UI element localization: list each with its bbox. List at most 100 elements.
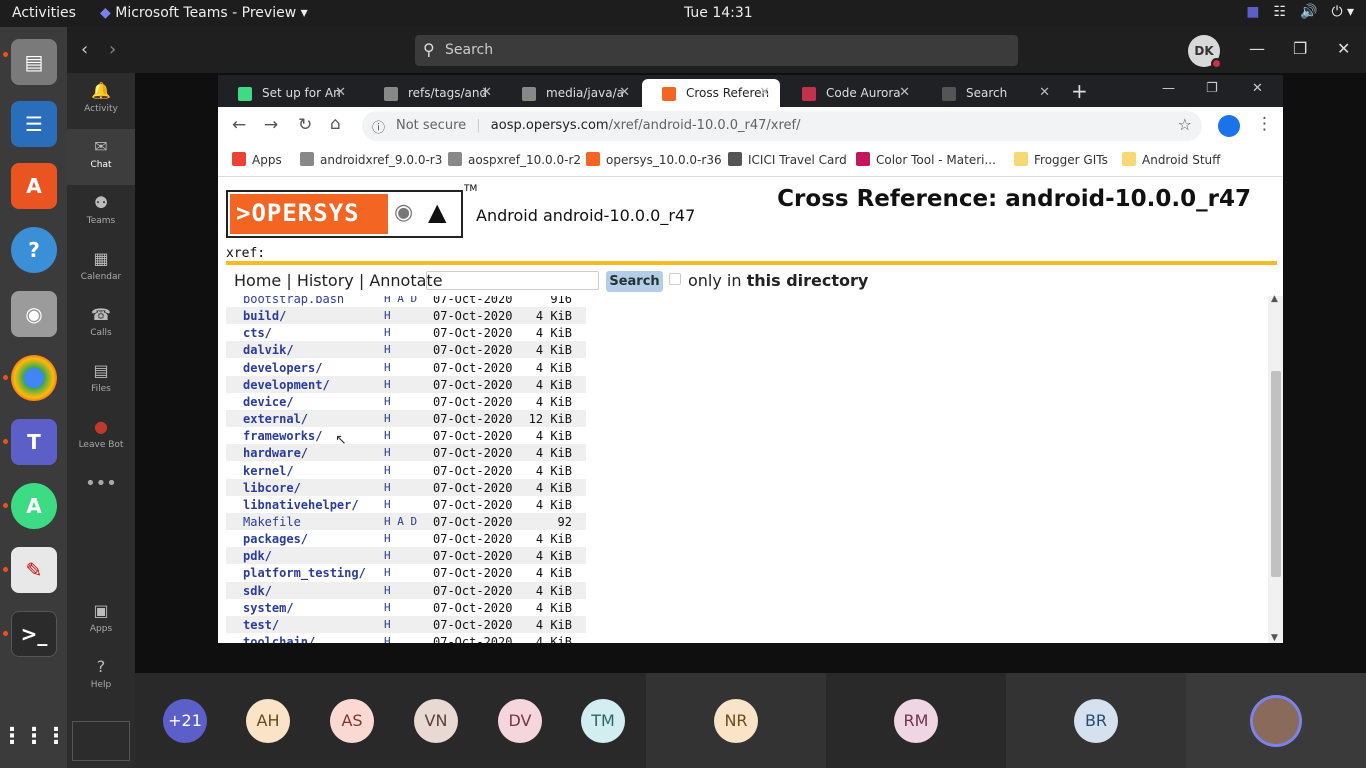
chrome-app-icon[interactable] [11,355,57,401]
history-link[interactable]: H [384,532,391,545]
browser-tab[interactable]: refs/tags/and ✕ [364,79,502,107]
history-link[interactable]: H [384,378,391,391]
history-link[interactable]: H [384,309,391,322]
file-name-link[interactable]: developers/ [243,361,322,375]
bookmark-item[interactable]: opersys_10.0.0-r36 [586,152,722,167]
sidebar-item-files[interactable]: ▤ Files [67,353,135,409]
history-link[interactable]: H [384,361,391,374]
file-name-link[interactable]: pdk/ [243,549,272,563]
bookmark-item[interactable]: ICICI Travel Card [728,152,847,167]
tab-close-icon[interactable]: ✕ [759,85,770,100]
history-link[interactable]: H [384,635,391,643]
more-participants-badge[interactable]: +21 [163,699,207,743]
new-tab-icon[interactable]: + [1071,79,1088,103]
show-apps-icon[interactable]: ⋮⋮⋮ [1,713,67,759]
forward-icon[interactable]: → [264,115,278,135]
scrollbar-thumb[interactable] [1271,371,1281,577]
tab-close-icon[interactable]: ✕ [335,85,346,100]
history-link[interactable]: History [297,271,354,290]
scroll-up-icon[interactable]: ▲ [1271,294,1278,304]
writer-app-icon[interactable]: ☰ [11,101,57,147]
history-link[interactable]: H [384,498,391,511]
search-button[interactable]: Search [606,271,663,292]
browser-maximize-icon[interactable]: ❐ [1206,81,1218,96]
file-name-link[interactable]: external/ [243,412,308,426]
teams-tray-icon[interactable]: ■ [1246,4,1259,20]
bookmark-star-icon[interactable]: ☆ [1178,115,1192,134]
teams-search-input[interactable]: ⚲ Search [415,35,1018,66]
history-link[interactable]: H [384,326,391,339]
history-link[interactable]: H [384,481,391,494]
file-name-link[interactable]: libcore/ [243,481,301,495]
device-settings-icon[interactable] [72,721,130,761]
menu-icon[interactable]: ⋮ [1256,114,1273,134]
history-link[interactable]: H [384,429,391,442]
bookmark-item[interactable]: aospxref_10.0.0-r2 [448,152,581,167]
address-bar[interactable]: ⓘ Not secure | aosp.opersys.com/xref/and… [362,111,1202,141]
participant-avatar[interactable]: VN [414,699,458,743]
file-name-link[interactable]: libnativehelper/ [243,498,359,512]
file-name-link[interactable]: toolchain/ [243,635,315,643]
browser-tab[interactable]: media/java/a ✕ [502,79,640,107]
sidebar-item-teams[interactable]: ⚉ Teams [67,185,135,241]
participant-avatar[interactable]: BR [1074,699,1118,743]
participant-avatar[interactable]: AS [330,699,374,743]
history-link[interactable]: H A D [384,515,417,528]
participant-avatar[interactable]: TM [581,699,625,743]
history-link[interactable]: H [384,549,391,562]
history-link[interactable]: H [384,412,391,425]
bookmark-item[interactable]: Color Tool - Materi... [856,152,996,167]
browser-tab[interactable]: Code Aurora ✕ [782,79,920,107]
home-link[interactable]: Home [234,271,281,290]
files-app-icon[interactable]: ▤ [11,39,57,85]
history-link[interactable]: H [384,395,391,408]
tab-close-icon[interactable]: ✕ [481,85,492,100]
file-name-link[interactable]: packages/ [243,532,308,546]
self-video-tile[interactable] [1186,673,1366,768]
bookmark-item[interactable]: Android Stuff [1122,152,1220,167]
only-in-directory-checkbox[interactable] [669,273,681,285]
help-app-icon[interactable]: ? [11,227,57,273]
more-apps-icon[interactable]: ••• [67,473,135,529]
file-name-link[interactable]: kernel/ [243,464,294,478]
file-name-link[interactable]: bootstrap.bash [243,296,344,306]
minimize-icon[interactable]: — [1249,39,1265,58]
bookmark-item[interactable]: Frogger GITs [1014,152,1108,167]
file-name-link[interactable]: dalvik/ [243,343,294,357]
bookmark-item[interactable]: Apps [232,152,282,167]
sidebar-item-apps[interactable]: ▣ Apps [67,593,135,649]
user-avatar[interactable]: DK [1188,35,1222,69]
sidebar-item-calendar[interactable]: ▦ Calendar [67,241,135,297]
home-icon[interactable]: ⌂ [330,114,341,134]
browser-tab[interactable]: Cross Referen ✕ [642,79,780,107]
history-link[interactable]: H [384,464,391,477]
clock[interactable]: Tue 14:31 [684,5,753,21]
teams-app-icon[interactable]: T [11,419,57,465]
history-link[interactable]: H [384,584,391,597]
history-link[interactable]: H [384,343,391,356]
file-name-link[interactable]: platform_testing/ [243,566,366,580]
participant-avatar[interactable]: NR [714,699,758,743]
back-icon[interactable]: ‹ [81,39,88,60]
xref-search-input[interactable] [426,271,599,290]
file-name-link[interactable]: test/ [243,618,279,632]
sidebar-item-calls[interactable]: ☎ Calls [67,297,135,353]
software-app-icon[interactable]: A [11,163,57,209]
file-name-link[interactable]: Makefile [243,515,301,529]
activities-button[interactable]: Activities [12,5,76,21]
participant-avatar[interactable]: RM [894,699,938,743]
browser-close-icon[interactable]: ✕ [1252,81,1263,96]
system-tray[interactable]: ■ ☷ 🔊 ⏻ ▾ [1246,4,1354,20]
browser-tab[interactable]: Search ✕ [922,79,1060,107]
browser-minimize-icon[interactable]: — [1162,81,1175,96]
file-name-link[interactable]: build/ [243,309,286,323]
profile-icon[interactable] [1218,115,1240,137]
history-link[interactable]: H [384,601,391,614]
history-link[interactable]: H A D [384,296,417,305]
app-menu[interactable]: ◆ Microsoft Teams - Preview ▾ [100,5,308,21]
bookmark-item[interactable]: androidxref_9.0.0-r3 [300,152,442,167]
participant-avatar[interactable]: AH [246,699,290,743]
file-name-link[interactable]: sdk/ [243,584,272,598]
close-icon[interactable]: ✕ [1337,39,1350,58]
camera-app-icon[interactable]: ◉ [11,291,57,337]
